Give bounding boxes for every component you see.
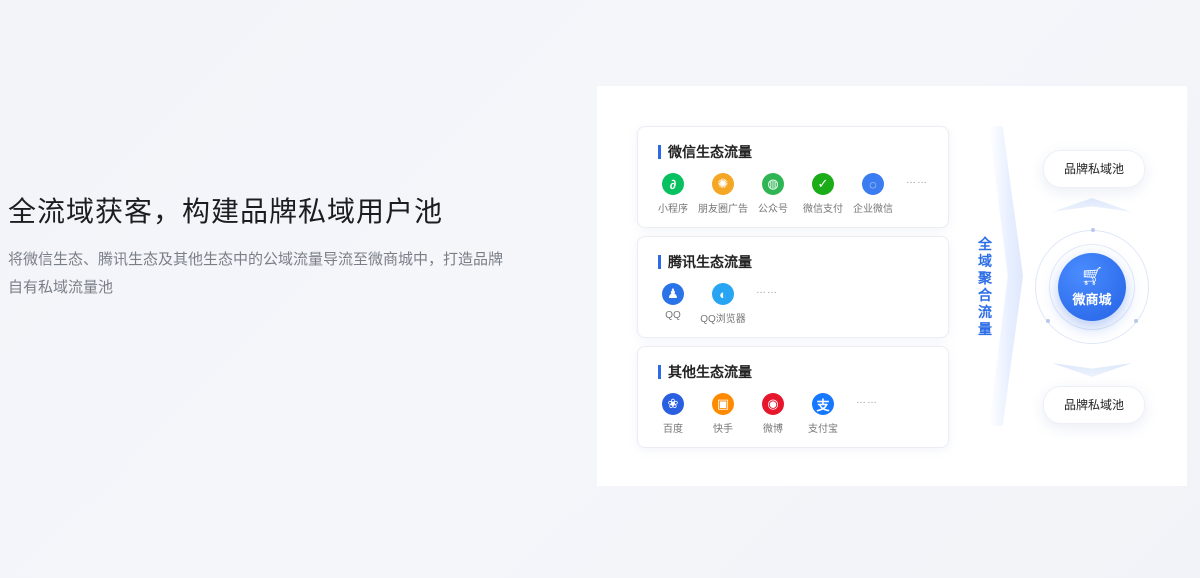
hero-title: 全流域获客，构建品牌私域用户池 (8, 196, 444, 227)
app-item: ♟ QQ (648, 283, 698, 321)
ring-dot (1046, 319, 1050, 323)
weibo-icon: ◉ (762, 393, 784, 415)
baidu-icon: ❀ (662, 393, 684, 415)
flow-label: 全域聚合流量 (978, 236, 992, 337)
app-label: 朋友圈广告 (698, 204, 748, 215)
app-label: QQ (665, 310, 681, 321)
qq-browser-icon: ◐ (712, 283, 734, 305)
hub-name: 微商城 (1072, 291, 1112, 307)
top-private-pool: 品牌私域池 (1043, 150, 1145, 188)
app-item: ◍ 公众号 (748, 173, 798, 215)
kuaishou-icon: ▣ (712, 393, 734, 415)
more-ellipsis: …… (756, 285, 778, 296)
app-item: ◉ 微博 (748, 393, 798, 435)
more-ellipsis: …… (856, 395, 878, 406)
app-item: ◐ QQ浏览器 (698, 283, 748, 325)
app-list: ❀ 百度 ▣ 快手 ◉ 微博 支支付宝 …… (648, 393, 878, 435)
app-label: 公众号 (758, 204, 788, 215)
ring-dot (1134, 319, 1138, 323)
traffic-diagram-panel: 微信生态流量 ∂ 小程序 ✺ 朋友圈广告 ◍ 公众号 ✓ 微信支付 ◌ 企业微信 …… 腾讯生态流量… (597, 86, 1187, 486)
more-ellipsis: …… (906, 175, 928, 186)
app-item: 支支付宝 (798, 393, 848, 435)
app-item: ▣ 快手 (698, 393, 748, 435)
app-item: ✓ 微信支付 (798, 173, 848, 215)
bottom-private-pool: 品牌私域池 (1043, 386, 1145, 424)
app-label: 百度 (663, 424, 683, 435)
wechat-pay-icon: ✓ (812, 173, 834, 195)
flow-arrow (989, 126, 1023, 426)
wechat-traffic-card: 微信生态流量 ∂ 小程序 ✺ 朋友圈广告 ◍ 公众号 ✓ 微信支付 ◌ 企业微信 …… (637, 126, 949, 228)
app-item: ◌ 企业微信 (848, 173, 898, 215)
down-chevron-icon (1052, 363, 1132, 377)
app-label: QQ浏览器 (700, 314, 746, 325)
micro-mall-hub: 🛒︎ 微商城 (1058, 253, 1126, 321)
app-label: 支付宝 (808, 424, 838, 435)
app-label: 微博 (763, 424, 783, 435)
card-title: 其他生态流量 (658, 365, 752, 379)
official-account-icon: ◍ (762, 173, 784, 195)
app-list: ♟ QQ ◐ QQ浏览器 …… (648, 283, 778, 325)
alipay-icon: 支 (812, 393, 834, 415)
ring-dot (1091, 228, 1095, 232)
app-list: ∂ 小程序 ✺ 朋友圈广告 ◍ 公众号 ✓ 微信支付 ◌ 企业微信 …… (648, 173, 928, 215)
app-item: ∂ 小程序 (648, 173, 698, 215)
shopping-cart-icon: 🛒︎ (1080, 265, 1104, 286)
other-traffic-card: 其他生态流量 ❀ 百度 ▣ 快手 ◉ 微博 支支付宝 …… (637, 346, 949, 448)
hero-description: 将微信生态、腾讯生态及其他生态中的公域流量导流至微商城中，打造品牌自有私域流量池 (8, 251, 504, 296)
app-item: ✺ 朋友圈广告 (698, 173, 748, 215)
up-chevron-icon (1052, 198, 1132, 212)
qq-icon: ♟ (662, 283, 684, 305)
tencent-traffic-card: 腾讯生态流量 ♟ QQ ◐ QQ浏览器 …… (637, 236, 949, 338)
moments-icon: ✺ (712, 173, 734, 195)
app-label: 快手 (713, 424, 733, 435)
app-item: ❀ 百度 (648, 393, 698, 435)
card-title: 腾讯生态流量 (658, 255, 752, 269)
card-title: 微信生态流量 (658, 145, 752, 159)
app-label: 企业微信 (853, 204, 893, 215)
mini-program-icon: ∂ (662, 173, 684, 195)
app-label: 小程序 (658, 204, 688, 215)
app-label: 微信支付 (803, 204, 843, 215)
wecom-icon: ◌ (862, 173, 884, 195)
hero-section: 全流域获客，构建品牌私域用户池 将微信生态、腾讯生态及其他生态中的公域流量导流至… (8, 192, 528, 302)
